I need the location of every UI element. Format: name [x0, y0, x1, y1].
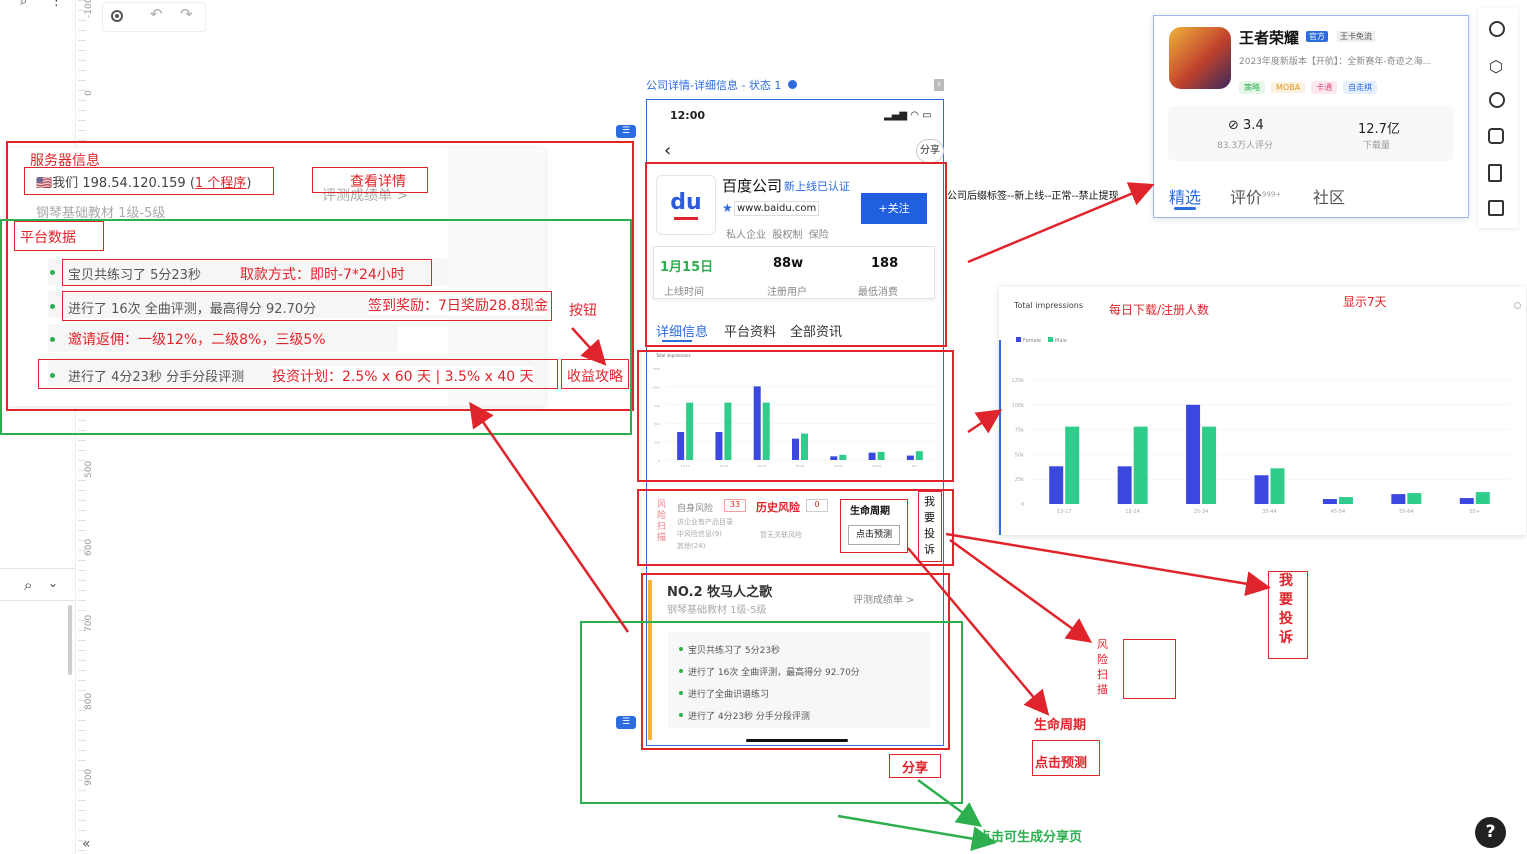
- arrow: [967, 409, 1003, 434]
- arrow: [571, 327, 607, 366]
- help-button[interactable]: ?: [1475, 817, 1506, 848]
- arrow: [837, 814, 997, 851]
- arrow: [967, 182, 1155, 264]
- arrow: [469, 401, 630, 633]
- annotation-arrows: [469, 182, 1271, 851]
- arrow: [945, 532, 1271, 597]
- arrow: [917, 778, 983, 827]
- arrow: [907, 547, 1050, 716]
